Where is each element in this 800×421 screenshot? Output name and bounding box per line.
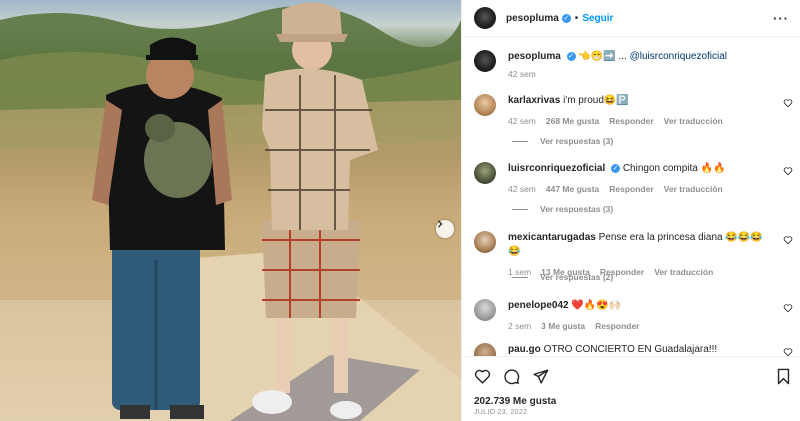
commenter-avatar[interactable] xyxy=(474,162,496,184)
comment-username[interactable]: penelope042 xyxy=(508,300,569,311)
comment-row: karlaxrivas i'm proud😆🅿️ 42 sem 268 Me g… xyxy=(474,94,799,126)
comment-meta: 42 sem 268 Me gusta Responder Ver traduc… xyxy=(508,116,774,126)
comment-meta: 2 sem 3 Me gusta Responder xyxy=(508,321,774,331)
view-replies-button[interactable]: Ver respuestas (3) xyxy=(512,204,613,214)
comment-likes[interactable]: 447 Me gusta xyxy=(546,184,599,194)
view-replies-label: Ver respuestas (3) xyxy=(540,136,614,146)
caption-row: pesopluma ✓ 👈😁➡️ ... @luisrconriquezofic… xyxy=(474,50,799,79)
commenter-avatar[interactable] xyxy=(474,94,496,116)
caption-avatar[interactable] xyxy=(474,50,496,72)
comment-text: ❤️🔥😍🙌🏻 xyxy=(571,300,622,311)
comment-time[interactable]: 42 sem xyxy=(508,184,536,194)
verified-badge-icon: ✓ xyxy=(561,13,571,23)
replies-line xyxy=(512,276,528,278)
bookmark-icon[interactable] xyxy=(776,368,791,385)
heart-icon[interactable] xyxy=(783,303,793,313)
heart-icon[interactable] xyxy=(783,98,793,108)
comment-username[interactable]: karlaxrivas xyxy=(508,95,560,106)
caption-emojis: 👈😁➡️ ... xyxy=(578,51,627,62)
comment-text: OTRO CONCIERTO EN Guadalajara!!! xyxy=(543,344,718,355)
replies-line xyxy=(512,208,528,210)
reply-button[interactable]: Responder xyxy=(609,116,653,126)
photo-illustration xyxy=(0,2,461,421)
commenter-avatar[interactable] xyxy=(474,231,496,253)
view-replies-label: Ver respuestas (2) xyxy=(540,272,614,282)
view-replies-button[interactable]: Ver respuestas (3) xyxy=(512,136,613,146)
heart-icon[interactable] xyxy=(783,347,793,356)
comment-row: penelope042 ❤️🔥😍🙌🏻 2 sem 3 Me gusta Resp… xyxy=(474,299,799,331)
verified-badge-icon: ✓ xyxy=(566,51,576,61)
more-options-icon[interactable]: ··· xyxy=(773,11,789,26)
comment-text: i'm proud😆🅿️ xyxy=(563,95,629,106)
post-photo[interactable] xyxy=(0,0,461,421)
comments-list[interactable]: pesopluma ✓ 👈😁➡️ ... @luisrconriquezofic… xyxy=(462,38,800,356)
comment-username[interactable]: mexicantarugadas xyxy=(508,232,596,243)
caption-mention[interactable]: @luisrconriquezoficial xyxy=(630,51,727,62)
post-header: pesopluma ✓ • Seguir ··· xyxy=(462,0,800,37)
chevron-right-icon xyxy=(437,220,443,228)
comment-row: luisrconriquezoficial ✓ Chingon compita … xyxy=(474,162,799,194)
share-icon[interactable] xyxy=(532,368,549,385)
verified-badge-icon: ✓ xyxy=(611,163,621,173)
caption-username[interactable]: pesopluma xyxy=(508,51,561,62)
comment-username[interactable]: pau.go xyxy=(508,344,541,355)
post-actions: 202.739 Me gusta JULIO 23, 2022 xyxy=(462,356,800,421)
comment-likes[interactable]: 268 Me gusta xyxy=(546,116,599,126)
caption-meta: 42 sem xyxy=(508,69,774,79)
heart-icon[interactable] xyxy=(783,235,793,245)
caption-time[interactable]: 42 sem xyxy=(508,69,536,79)
comment-time[interactable]: 42 sem xyxy=(508,116,536,126)
translate-button[interactable]: Ver traducción xyxy=(664,184,723,194)
heart-icon[interactable] xyxy=(474,368,491,385)
post-date[interactable]: JULIO 23, 2022 xyxy=(474,409,527,416)
translate-button[interactable]: Ver traducción xyxy=(654,267,713,277)
replies-line xyxy=(512,140,528,142)
comment-text: Chingon compita 🔥🔥 xyxy=(622,163,726,174)
author-avatar[interactable] xyxy=(474,7,496,29)
reply-button[interactable]: Responder xyxy=(609,184,653,194)
commenter-avatar[interactable] xyxy=(474,299,496,321)
separator-dot: • xyxy=(574,12,579,24)
likes-count[interactable]: 202.739 Me gusta xyxy=(474,396,556,407)
comment-row: pau.go OTRO CONCIERTO EN Guadalajara!!! xyxy=(474,343,799,356)
view-replies-button[interactable]: Ver respuestas (2) xyxy=(512,272,613,282)
reply-button[interactable]: Responder xyxy=(595,321,639,331)
action-icons xyxy=(474,368,549,385)
comment-meta: 42 sem 447 Me gusta Responder Ver traduc… xyxy=(508,184,774,194)
post-detail-panel: pesopluma ✓ • Seguir ··· pesopluma ✓ 👈😁➡… xyxy=(461,0,800,421)
comment-row: mexicantarugadas Pense era la princesa d… xyxy=(474,231,799,277)
heart-icon[interactable] xyxy=(783,166,793,176)
follow-button[interactable]: Seguir xyxy=(582,13,613,24)
comment-time[interactable]: 2 sem xyxy=(508,321,531,331)
translate-button[interactable]: Ver traducción xyxy=(664,116,723,126)
comment-icon[interactable] xyxy=(503,368,520,385)
commenter-avatar[interactable] xyxy=(474,343,496,356)
caption-text: pesopluma ✓ 👈😁➡️ ... @luisrconriquezofic… xyxy=(508,50,774,64)
author-username[interactable]: pesopluma xyxy=(506,13,559,24)
view-replies-label: Ver respuestas (3) xyxy=(540,204,614,214)
comment-username[interactable]: luisrconriquezoficial xyxy=(508,163,605,174)
next-photo-button[interactable] xyxy=(436,220,454,238)
comment-likes[interactable]: 3 Me gusta xyxy=(541,321,585,331)
